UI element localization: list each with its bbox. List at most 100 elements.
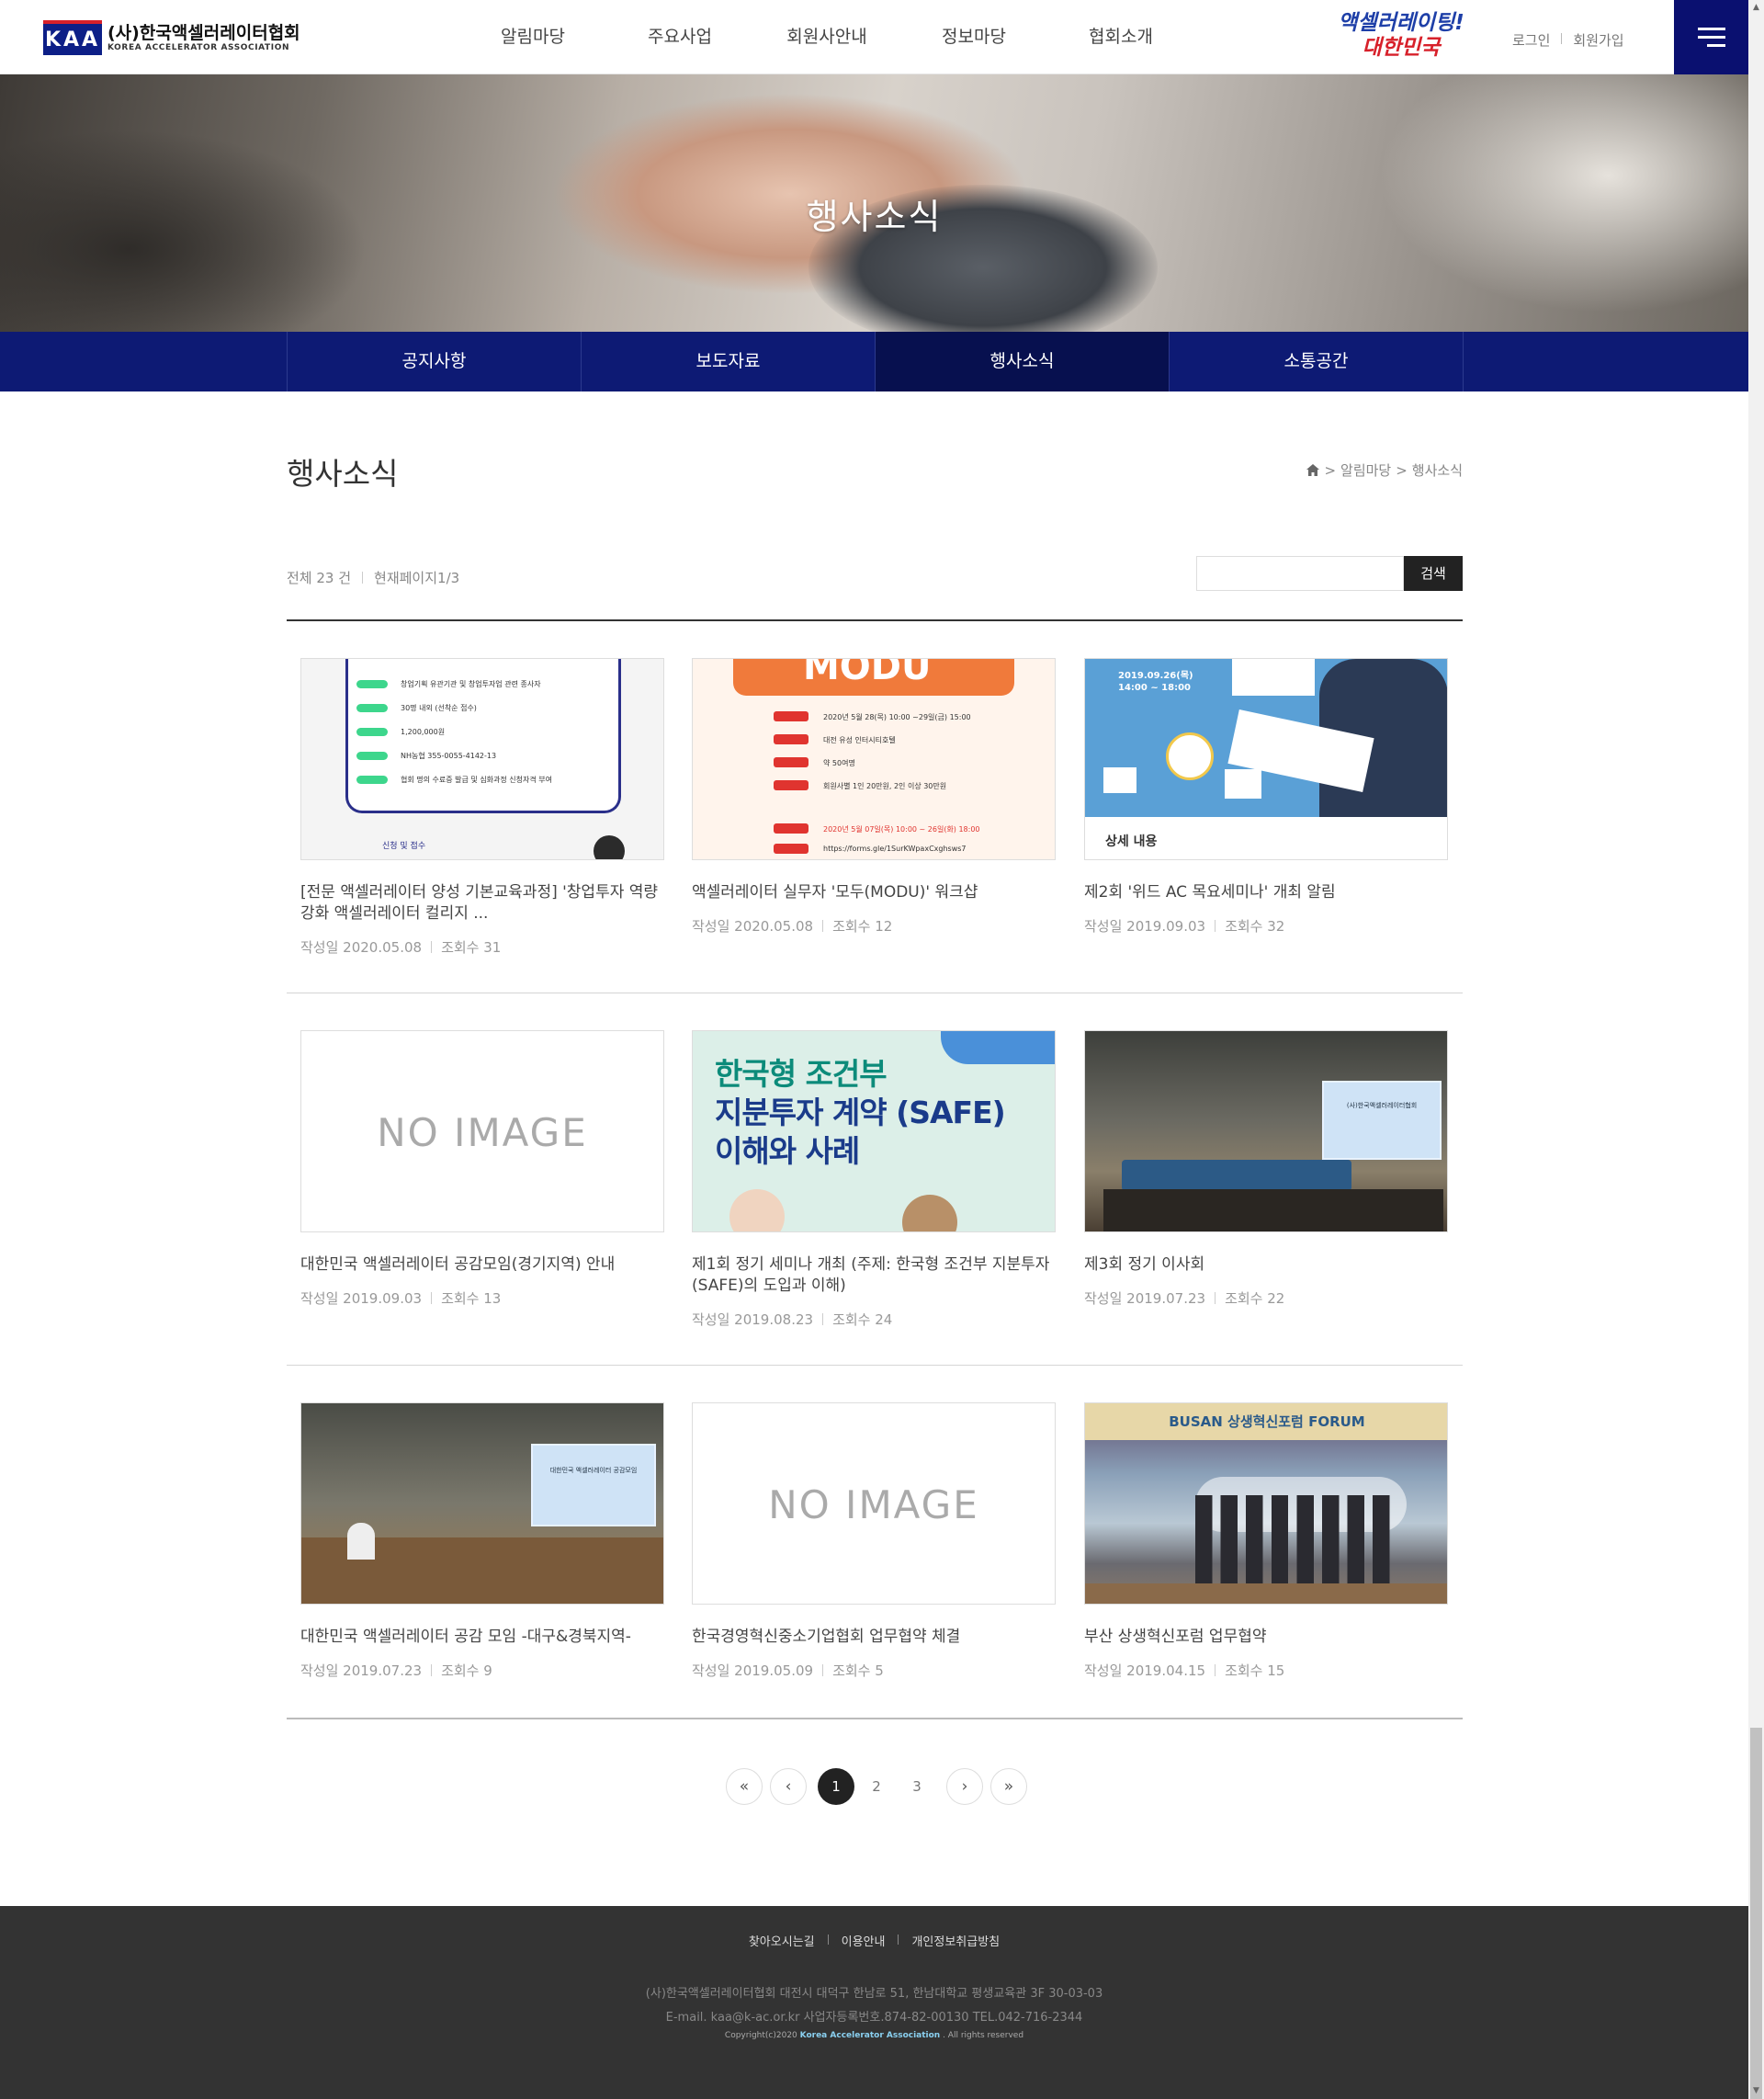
post-card[interactable]: 대한민국 액셀러레이터 공감모임 대한민국 액셀러레이터 공감 모임 -대구&경…	[300, 1402, 664, 1680]
poster-text: 신청 및 접수	[382, 842, 426, 851]
last-page-button[interactable]: »	[990, 1768, 1027, 1805]
row-divider	[287, 1365, 1463, 1366]
breadcrumb-item[interactable]: 알림마당	[1340, 460, 1391, 480]
page-number[interactable]: 2	[858, 1768, 895, 1805]
post-card[interactable]: BUSAN 상생혁신포럼 FORUM 부산 상생혁신포럼 업무협약 작성일 20…	[1084, 1402, 1448, 1680]
tab-notice[interactable]: 공지사항	[288, 332, 582, 391]
lightbulb-icon	[1166, 732, 1214, 780]
home-icon[interactable]	[1306, 464, 1320, 476]
screen-text: (사)한국액셀러레이터협회	[1346, 1102, 1418, 1109]
copyright-text: . All rights reserved	[940, 2031, 1024, 2040]
post-title[interactable]: 한국경영혁신중소기업협회 업무협약 체결	[692, 1627, 1056, 1648]
post-title[interactable]: 부산 상생혁신포럼 업무협약	[1084, 1627, 1448, 1648]
post-thumbnail[interactable]: NO IMAGE	[692, 1402, 1056, 1605]
no-image-placeholder: NO IMAGE	[377, 1110, 588, 1155]
scroll-thumb[interactable]	[1750, 1728, 1762, 2099]
post-card[interactable]: NO IMAGE 한국경영혁신중소기업협회 업무협약 체결 작성일 2019.0…	[692, 1402, 1056, 1680]
nav-item-about[interactable]: 협회소개	[1047, 0, 1194, 74]
tab-press[interactable]: 보도자료	[582, 332, 876, 391]
tab-community[interactable]: 소통공간	[1170, 332, 1464, 391]
vertical-scrollbar[interactable]: ▲ ▼	[1748, 0, 1764, 2099]
copyright-text: Copyright(c)2020	[724, 2031, 800, 2040]
post-thumbnail[interactable]: 대한민국 액셀러레이터 공감모임	[300, 1402, 664, 1605]
breadcrumb-item[interactable]: 행사소식	[1412, 460, 1463, 480]
post-thumbnail[interactable]: NO IMAGE	[300, 1030, 664, 1232]
post-card[interactable]: NO IMAGE 대한민국 액셀러레이터 공감모임(경기지역) 안내 작성일 2…	[300, 1030, 664, 1308]
nav-item-notice[interactable]: 알림마당	[459, 0, 606, 74]
breadcrumb-separator: >	[1396, 461, 1408, 479]
list-bottom-border	[287, 1718, 1463, 1719]
post-title[interactable]: 대한민국 액셀러레이터 공감모임(경기지역) 안내	[300, 1254, 664, 1276]
post-date: 작성일 2019.09.03	[1084, 918, 1206, 935]
login-link[interactable]: 로그인	[1512, 30, 1550, 50]
post-thumbnail[interactable]: (사)한국액셀러레이터협회	[1084, 1030, 1448, 1232]
list-count: 전체 23 건 현재페이지1/3	[287, 568, 459, 587]
poster-headline: 이해와 사례	[715, 1133, 860, 1169]
post-date: 작성일 2019.09.03	[300, 1290, 423, 1307]
post-title[interactable]: 제1회 정기 세미나 개최 (주제: 한국형 조건부 지분투자(SAFE)의 도…	[692, 1254, 1056, 1297]
breadcrumb-separator: >	[1324, 461, 1337, 479]
poster-text: 30명 내외 (선착순 접수)	[401, 704, 477, 712]
post-card[interactable]: 2019.09.26(목) 14:00 ~ 18:00 상세 내용 제2회 '위…	[1084, 658, 1448, 936]
nav-item-info[interactable]: 정보마당	[900, 0, 1047, 74]
next-page-button[interactable]: ›	[946, 1768, 983, 1805]
post-card[interactable]: MODU 2020년 5월 28(목) 10:00 ~29일(금) 15:00 …	[692, 658, 1056, 936]
site-logo[interactable]: KAA (사)한국액셀러레이터협회 KOREA ACCELERATOR ASSO…	[43, 20, 300, 55]
post-views: 조회수 5	[832, 1662, 884, 1679]
post-card[interactable]: 창업기획 유관기관 및 창업투자업 관련 종사자 30명 내외 (선착순 접수)…	[300, 658, 664, 957]
slogan-logo: 액셀러레이팅! 대한민국	[1332, 11, 1470, 61]
page-number[interactable]: 1	[818, 1768, 854, 1805]
page-number[interactable]: 3	[899, 1768, 935, 1805]
post-card[interactable]: 한국형 조건부 지분투자 계약 (SAFE) 이해와 사례 제1회 정기 세미나…	[692, 1030, 1056, 1329]
projector-screen: 대한민국 액셀러레이터 공감모임	[531, 1444, 656, 1526]
attendee	[347, 1523, 375, 1560]
post-title[interactable]: [전문 액셀러레이터 양성 기본교육과정] '창업투자 역량강화 액셀러레이터 …	[300, 882, 664, 925]
post-thumbnail[interactable]: 한국형 조건부 지분투자 계약 (SAFE) 이해와 사례	[692, 1030, 1056, 1232]
post-title[interactable]: 제3회 정기 이사회	[1084, 1254, 1448, 1276]
post-title[interactable]: 대한민국 액셀러레이터 공감 모임 -대구&경북지역-	[300, 1627, 664, 1648]
search-input[interactable]	[1196, 556, 1404, 591]
first-page-button[interactable]: «	[726, 1768, 763, 1805]
logo-subtitle: KOREA ACCELERATOR ASSOCIATION	[107, 42, 290, 52]
footer-links: 찾아오시는길 이용안내 개인정보취급방침	[0, 1932, 1748, 1949]
post-title[interactable]: 제2회 '위드 AC 목요세미나' 개최 알림	[1084, 882, 1448, 903]
join-link[interactable]: 회원가입	[1573, 30, 1623, 50]
poster-text: 상세 내용	[1105, 834, 1158, 849]
monitor-icon	[1225, 769, 1261, 799]
scroll-up-icon[interactable]: ▲	[1748, 0, 1764, 16]
post-views: 조회수 13	[441, 1290, 502, 1307]
nav-item-business[interactable]: 주요사업	[606, 0, 753, 74]
footer-link-guide[interactable]: 이용안내	[842, 1932, 886, 1949]
post-date: 작성일 2019.07.23	[1084, 1290, 1206, 1307]
footer-link-directions[interactable]: 찾아오시는길	[749, 1932, 815, 1949]
search-button[interactable]: 검색	[1404, 556, 1463, 591]
poster-text: 회원사별 1인 20만원, 2인 이상 30만원	[823, 782, 947, 790]
util-links: 로그인 회원가입	[1512, 30, 1624, 50]
poster-text: 대전 유성 인터시티호텔	[823, 736, 896, 744]
footer-link-privacy[interactable]: 개인정보취급방침	[911, 1932, 1000, 1949]
main-nav: 알림마당 주요사업 회원사안내 정보마당 협회소개	[459, 0, 1194, 74]
no-image-placeholder: NO IMAGE	[768, 1482, 979, 1527]
post-thumbnail[interactable]: MODU 2020년 5월 28(목) 10:00 ~29일(금) 15:00 …	[692, 658, 1056, 860]
menu-button[interactable]	[1674, 0, 1748, 74]
pagination: « ‹ 1 2 3 › »	[722, 1768, 1031, 1805]
poster-text: 2019.09.26(목)	[1118, 671, 1193, 681]
tab-events[interactable]: 행사소식	[876, 332, 1170, 391]
post-card[interactable]: (사)한국액셀러레이터협회 제3회 정기 이사회 작성일 2019.07.23 조…	[1084, 1030, 1448, 1308]
speaker-photo	[729, 1189, 785, 1231]
post-thumbnail[interactable]: 창업기획 유관기관 및 창업투자업 관련 종사자 30명 내외 (선착순 접수)…	[300, 658, 664, 860]
prev-page-button[interactable]: ‹	[770, 1768, 807, 1805]
post-date: 작성일 2019.04.15	[1084, 1662, 1206, 1679]
scroll-down-icon[interactable]: ▼	[1748, 2083, 1764, 2099]
post-thumbnail[interactable]: BUSAN 상생혁신포럼 FORUM	[1084, 1402, 1448, 1605]
speaker-photo	[902, 1195, 957, 1231]
post-title[interactable]: 액셀러레이터 실무자 '모두(MODU)' 워크샵	[692, 882, 1056, 903]
copyright-org: Korea Accelerator Association	[799, 2031, 941, 2040]
post-date: 작성일 2020.05.08	[692, 918, 814, 935]
post-date: 작성일 2019.05.09	[692, 1662, 814, 1679]
nav-item-members[interactable]: 회원사안내	[753, 0, 900, 74]
copyright: Copyright(c)2020 Korea Accelerator Assoc…	[0, 2031, 1748, 2040]
chairs	[1103, 1189, 1443, 1231]
slogan-line2: 대한민국	[1362, 36, 1441, 60]
post-thumbnail[interactable]: 2019.09.26(목) 14:00 ~ 18:00 상세 내용	[1084, 658, 1448, 860]
